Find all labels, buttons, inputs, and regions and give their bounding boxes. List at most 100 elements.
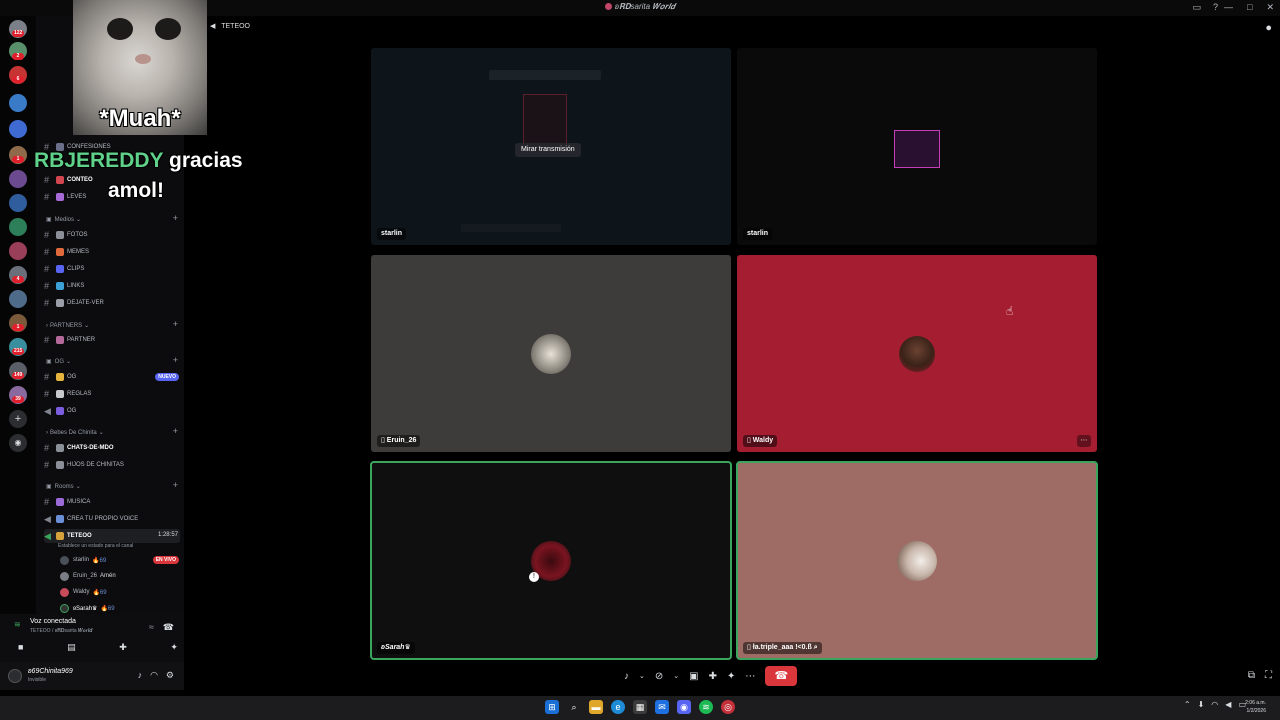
server-icon[interactable] (9, 194, 27, 212)
voice-status[interactable]: Voz conectada (30, 618, 76, 625)
channel-item[interactable]: # DEJATE-VER (44, 296, 180, 310)
mouse-cursor-icon: ☝ (1006, 304, 1014, 318)
wifi-icon[interactable]: ◠ (1211, 700, 1218, 709)
voice-connection-panel: ≋ Voz conectada TETEOO / ʚ𝐑𝐃sarita 𝑾𝒐𝒓𝒍𝒅… (0, 614, 184, 662)
call-header: ◀ TETEOO (210, 22, 250, 30)
chat-bubble-icon[interactable]: ● (1265, 22, 1272, 34)
channel-status-hint[interactable]: Establece un estado para el canal (58, 543, 133, 549)
category-bebes[interactable]: › Bebes De Chinita ⌄ (46, 429, 104, 437)
channel-emoji-icon (56, 515, 64, 523)
popout-icon[interactable]: ⧉ (1248, 670, 1255, 681)
chrome-icon[interactable]: ◎ (721, 700, 735, 714)
server-icon[interactable] (9, 218, 27, 236)
soundboard-icon[interactable]: ✦ (727, 671, 735, 682)
screen-share-icon[interactable]: ▣ (689, 671, 698, 682)
add-channel-icon[interactable]: + (173, 426, 178, 436)
inbox-icon[interactable]: ▭ (1192, 2, 1201, 13)
disconnect-icon[interactable]: ☎ (163, 622, 174, 633)
chevron-up-icon[interactable]: ⌄ (673, 672, 679, 680)
voice-channel-item[interactable]: ◀ OG (44, 404, 180, 418)
channel-item[interactable]: # CHATS-DE-MDO (44, 441, 180, 455)
disconnect-button[interactable]: ☎ (765, 666, 798, 686)
channel-item[interactable]: # LINKS (44, 279, 180, 293)
hash-icon: # (44, 230, 50, 240)
category-partners[interactable]: › PARTNERS ⌄ (46, 322, 89, 330)
channel-item[interactable]: # REGLAS (44, 387, 180, 401)
voice-user[interactable]: Eruin_26 Amén (60, 570, 180, 582)
close-button[interactable]: ✕ (1266, 2, 1274, 13)
mail-icon[interactable]: ✉ (655, 700, 669, 714)
server-icon[interactable] (9, 120, 27, 138)
chevron-up-icon[interactable]: ⌄ (639, 672, 645, 680)
file-explorer-icon[interactable]: ▬ (589, 700, 603, 714)
discord-icon[interactable]: ◉ (677, 700, 691, 714)
server-icon[interactable] (9, 290, 27, 308)
volume-icon[interactable]: ◀ (1225, 700, 1231, 709)
activity-icon[interactable]: ✚ (709, 671, 717, 682)
more-icon[interactable]: ⋯ (745, 671, 755, 682)
system-clock[interactable]: 2:06 a.m. 1/2/2026 (1245, 699, 1266, 715)
taskbar: ⊞ ⌕ ▬ e ▦ ✉ ◉ ≋ ◎ ⌃ ⬇ ◠ ◀ ▭ 2:06 a.m. 1/… (0, 696, 1280, 720)
noise-suppression-icon[interactable]: ≈ (149, 622, 154, 632)
channel-emoji-icon (56, 282, 64, 290)
channel-item[interactable]: # MEMES (44, 245, 180, 259)
category-rooms[interactable]: ▣ Rooms ⌄ (46, 483, 81, 491)
chevron-up-icon[interactable]: ⌃ (1184, 700, 1191, 709)
add-channel-icon[interactable]: + (173, 319, 178, 329)
camera-icon[interactable]: ■ (18, 642, 23, 653)
signal-icon[interactable]: ≋ (14, 620, 21, 629)
channel-item[interactable]: # MUSICA (44, 495, 180, 509)
channel-label: OG (67, 408, 77, 414)
participant-tile[interactable]: ! ʚSarah♛ (370, 461, 732, 660)
category-medios[interactable]: ▣ Medios ⌄ (46, 216, 81, 224)
add-channel-icon[interactable]: + (173, 355, 178, 365)
channel-item[interactable]: # FOTOS (44, 228, 180, 242)
minimize-button[interactable]: — (1224, 2, 1233, 13)
gear-icon[interactable]: ⚙ (166, 670, 174, 681)
participant-tile[interactable]: ▯ Waldy ⋯ (737, 255, 1097, 452)
fullscreen-icon[interactable]: ⛶ (1265, 670, 1272, 681)
voice-user[interactable]: Waldy 🔥69 (60, 586, 180, 598)
channel-label: FOTOS (67, 232, 88, 238)
add-channel-icon[interactable]: + (173, 480, 178, 490)
hash-icon: # (44, 372, 50, 382)
store-icon[interactable]: ▦ (633, 700, 647, 714)
explore-icon[interactable]: ◉ (9, 434, 27, 452)
server-icon[interactable] (9, 242, 27, 260)
voice-user[interactable]: ʚSarah♛ 🔥69 (60, 602, 180, 614)
soundboard-icon[interactable]: ✦ (170, 642, 178, 653)
spotify-icon[interactable]: ≋ (699, 700, 713, 714)
help-icon[interactable]: ? (1213, 2, 1218, 13)
location-icon[interactable]: ⬇ (1198, 700, 1205, 709)
add-channel-icon[interactable]: + (173, 213, 178, 223)
windows-start-icon[interactable]: ⊞ (545, 700, 559, 714)
participant-tile[interactable]: starlin (737, 48, 1097, 245)
category-og[interactable]: ▣ OG ⌄ (46, 358, 71, 366)
headphones-icon[interactable]: ◠ (150, 670, 158, 681)
channel-item[interactable]: # CLIPS (44, 262, 180, 276)
server-icon[interactable] (9, 94, 27, 112)
stream-tile[interactable]: Mirar transmisión starlin (371, 48, 731, 245)
edge-browser-icon[interactable]: e (611, 700, 625, 714)
channel-item[interactable]: # PARTNER (44, 333, 180, 347)
search-icon[interactable]: ⌕ (567, 700, 581, 714)
speaker-icon: ◀ (44, 405, 51, 416)
channel-item[interactable]: # HIJOS DE CHINITAS (44, 458, 180, 472)
avatar[interactable] (8, 669, 22, 683)
camera-off-icon[interactable]: ⊘ (655, 671, 663, 682)
participant-tile[interactable]: ▯ ła.triple_aaa !<0.ß ⌕ (736, 461, 1098, 660)
more-options-button[interactable]: ⋯ (1077, 435, 1091, 447)
microphone-icon[interactable]: ♪ (138, 670, 143, 681)
speaker-icon: ◀ (44, 530, 51, 541)
maximize-button[interactable]: □ (1247, 2, 1252, 13)
participant-tile[interactable]: ▯ Eruin_26 (371, 255, 731, 452)
server-icon[interactable] (9, 170, 27, 188)
screen-share-icon[interactable]: ▤ (67, 642, 76, 653)
voice-channel-item[interactable]: ◀ CREA TU PROPIO VOICE (44, 512, 180, 526)
activity-icon[interactable]: ✚ (119, 642, 127, 653)
add-server-icon[interactable]: + (9, 410, 27, 428)
unread-badge: 149 (12, 372, 25, 379)
participant-name: ▯ Eruin_26 (377, 435, 421, 447)
watch-stream-button[interactable]: Mirar transmisión (515, 143, 581, 157)
microphone-icon[interactable]: ♪ (624, 671, 629, 682)
